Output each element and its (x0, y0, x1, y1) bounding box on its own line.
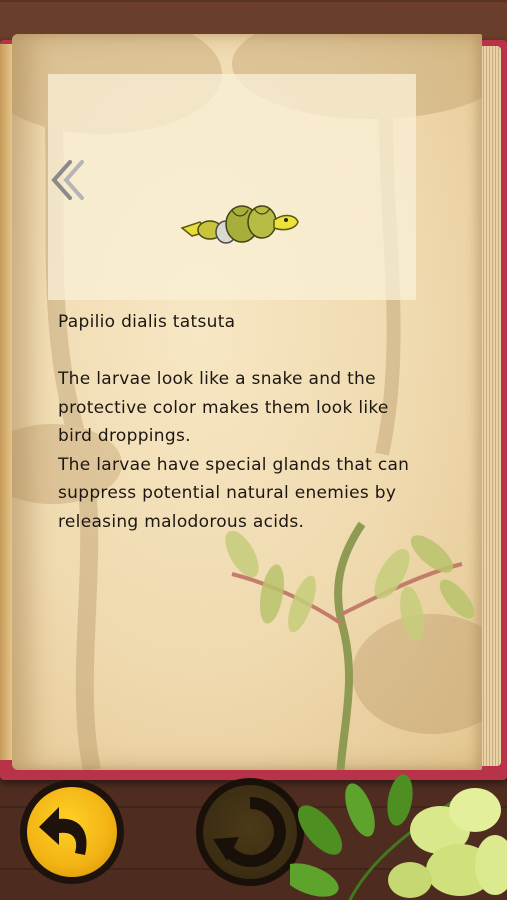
species-description: The larvae look like a snake and the pro… (58, 369, 410, 532)
book-page: Papilio dialis tatsuta The larvae look l… (12, 34, 482, 770)
plant-illustration (225, 521, 475, 770)
double-chevron-left-icon[interactable] (48, 158, 88, 202)
foreground-foliage (290, 774, 507, 900)
caterpillar-illustration (180, 205, 299, 244)
curved-back-arrow-icon (39, 807, 87, 855)
back-button[interactable] (20, 780, 124, 884)
circular-arrow-icon (213, 796, 286, 867)
species-name: Papilio dialis tatsuta (58, 312, 236, 332)
restart-button[interactable] (196, 778, 304, 886)
